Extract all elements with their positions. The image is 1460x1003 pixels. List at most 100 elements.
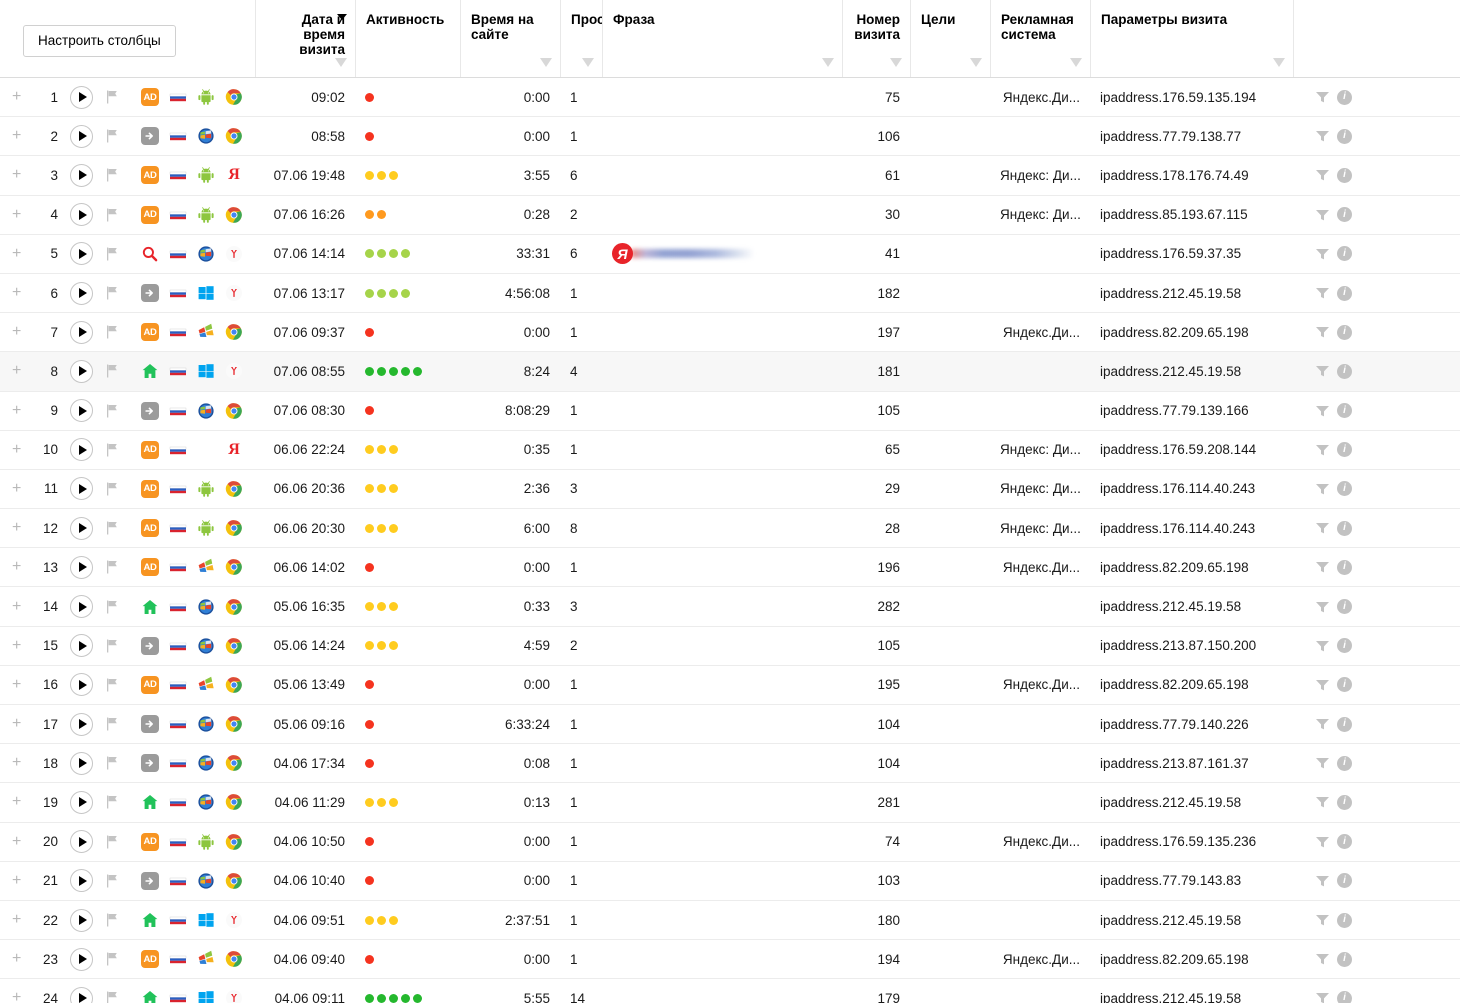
- direct-source-icon[interactable]: [141, 284, 159, 303]
- funnel-icon[interactable]: [1315, 795, 1330, 809]
- expand-row-button[interactable]: +: [12, 167, 32, 183]
- info-icon[interactable]: i: [1337, 481, 1352, 497]
- info-icon[interactable]: i: [1337, 716, 1352, 732]
- play-webvisor-button[interactable]: [70, 908, 93, 932]
- expand-row-button[interactable]: +: [12, 716, 32, 732]
- funnel-icon-visitno[interactable]: [890, 58, 902, 67]
- funnel-icon-params[interactable]: [1273, 58, 1285, 67]
- table-row[interactable]: +14 05.06 16:35 0:33 3 282 ipaddress.212.45.1…: [0, 587, 1460, 627]
- funnel-icon[interactable]: [1315, 678, 1330, 692]
- play-webvisor-button[interactable]: [70, 477, 93, 501]
- funnel-icon[interactable]: [1315, 913, 1330, 927]
- ad-source-icon[interactable]: AD: [141, 479, 159, 498]
- funnel-icon[interactable]: [1315, 639, 1330, 653]
- expand-row-button[interactable]: +: [12, 324, 32, 340]
- flag-icon[interactable]: [105, 794, 123, 810]
- table-row[interactable]: +18 04.06 17:34 0:08 1 104 ipaddress.213.87.1…: [0, 744, 1460, 784]
- flag-icon[interactable]: [105, 167, 123, 183]
- table-row[interactable]: +5 07.06 14:14 33:31 6 Я 41 ipaddress.176.59.3…: [0, 234, 1460, 274]
- funnel-icon[interactable]: [1315, 600, 1330, 614]
- expand-row-button[interactable]: +: [12, 833, 32, 850]
- table-row[interactable]: +2 08:58 0:00 1 106 ipaddress.77.79.138.77 i: [0, 117, 1460, 157]
- info-icon[interactable]: i: [1337, 207, 1352, 223]
- funnel-icon-date[interactable]: [335, 58, 347, 67]
- play-webvisor-button[interactable]: [70, 830, 93, 854]
- direct-source-icon[interactable]: [141, 127, 159, 146]
- info-icon[interactable]: i: [1337, 990, 1352, 1003]
- play-webvisor-button[interactable]: [70, 163, 93, 187]
- flag-icon[interactable]: [105, 363, 123, 379]
- flag-icon[interactable]: [105, 520, 123, 536]
- play-webvisor-button[interactable]: [70, 242, 93, 266]
- expand-row-button[interactable]: +: [12, 637, 32, 654]
- table-row[interactable]: +6 07.06 13:17 4:56:08 1 182 ipaddress.212.45…: [0, 273, 1460, 314]
- expand-row-button[interactable]: +: [12, 559, 32, 575]
- play-webvisor-button[interactable]: [70, 869, 93, 893]
- info-icon[interactable]: i: [1337, 285, 1352, 301]
- funnel-icon[interactable]: [1315, 404, 1330, 418]
- direct-source-icon[interactable]: [141, 401, 159, 420]
- info-icon[interactable]: i: [1337, 638, 1352, 654]
- header-cell-goals[interactable]: Цели: [910, 0, 990, 77]
- flag-icon[interactable]: [105, 638, 123, 654]
- flag-icon[interactable]: [105, 951, 123, 967]
- expand-row-button[interactable]: +: [12, 912, 32, 928]
- ad-source-icon[interactable]: AD: [141, 558, 159, 577]
- play-webvisor-button[interactable]: [70, 359, 93, 383]
- info-icon[interactable]: i: [1337, 559, 1352, 575]
- funnel-icon[interactable]: [1315, 443, 1330, 457]
- funnel-icon[interactable]: [1315, 129, 1330, 143]
- play-webvisor-button[interactable]: [70, 751, 93, 775]
- ad-source-icon[interactable]: AD: [141, 440, 159, 459]
- funnel-icon[interactable]: [1315, 717, 1330, 731]
- header-cell-date[interactable]: Дата и время визита: [255, 0, 355, 77]
- play-webvisor-button[interactable]: [70, 516, 93, 540]
- table-row[interactable]: +22 04.06 09:51 2:37:51 1 180 ipaddress.212.4…: [0, 900, 1460, 941]
- header-cell-phrase[interactable]: Фраза: [602, 0, 842, 77]
- flag-icon[interactable]: [105, 755, 123, 771]
- internal-source-icon[interactable]: [141, 989, 159, 1003]
- flag-icon[interactable]: [105, 324, 123, 340]
- flag-icon[interactable]: [105, 716, 123, 732]
- funnel-icon[interactable]: [1315, 874, 1330, 888]
- expand-row-button[interactable]: +: [12, 598, 32, 615]
- info-icon[interactable]: i: [1337, 442, 1352, 458]
- direct-source-icon[interactable]: [141, 871, 159, 890]
- funnel-icon[interactable]: [1315, 482, 1330, 496]
- funnel-icon[interactable]: [1315, 560, 1330, 574]
- header-cell-visitno[interactable]: Номер визита: [842, 0, 910, 77]
- table-row[interactable]: +13 AD 06.06 14:02 0:00 1 196 Яндекс.Ди... ipad…: [0, 548, 1460, 588]
- funnel-icon[interactable]: [1315, 364, 1330, 378]
- play-webvisor-button[interactable]: [70, 712, 93, 736]
- configure-columns-button[interactable]: Настроить столбцы: [23, 25, 176, 57]
- expand-row-button[interactable]: +: [12, 402, 32, 419]
- internal-source-icon[interactable]: [141, 911, 159, 929]
- expand-row-button[interactable]: +: [12, 520, 32, 536]
- expand-row-button[interactable]: +: [12, 990, 32, 1003]
- info-icon[interactable]: i: [1337, 128, 1352, 144]
- flag-icon[interactable]: [105, 873, 123, 889]
- flag-icon[interactable]: [105, 403, 123, 419]
- flag-icon[interactable]: [105, 128, 123, 144]
- internal-source-icon[interactable]: [141, 793, 159, 811]
- direct-source-icon[interactable]: [141, 636, 159, 655]
- search-source-icon[interactable]: [141, 245, 159, 263]
- header-cell-time[interactable]: Время на сайте: [460, 0, 560, 77]
- flag-icon[interactable]: [105, 89, 123, 105]
- ad-source-icon[interactable]: AD: [141, 675, 159, 694]
- play-webvisor-button[interactable]: [70, 399, 93, 423]
- internal-source-icon[interactable]: [141, 598, 159, 616]
- play-webvisor-button[interactable]: [70, 203, 93, 227]
- funnel-icon-time[interactable]: [540, 58, 552, 67]
- expand-row-button[interactable]: +: [12, 128, 32, 144]
- ad-source-icon[interactable]: AD: [141, 205, 159, 224]
- flag-icon[interactable]: [105, 834, 123, 850]
- table-row[interactable]: +3 AD Я 07.06 19:48 3:55 6 61 Яндекс: Ди... ipad…: [0, 156, 1460, 196]
- funnel-icon[interactable]: [1315, 286, 1330, 300]
- ad-source-icon[interactable]: AD: [141, 88, 159, 107]
- header-cell-views[interactable]: Просм: [560, 0, 602, 77]
- funnel-icon[interactable]: [1315, 991, 1330, 1003]
- table-row[interactable]: +1 AD 09:02 0:00 1 75 Яндекс.Ди... ipaddress.17…: [0, 78, 1460, 118]
- funnel-icon-adsystem[interactable]: [1070, 58, 1082, 67]
- info-icon[interactable]: i: [1337, 520, 1352, 536]
